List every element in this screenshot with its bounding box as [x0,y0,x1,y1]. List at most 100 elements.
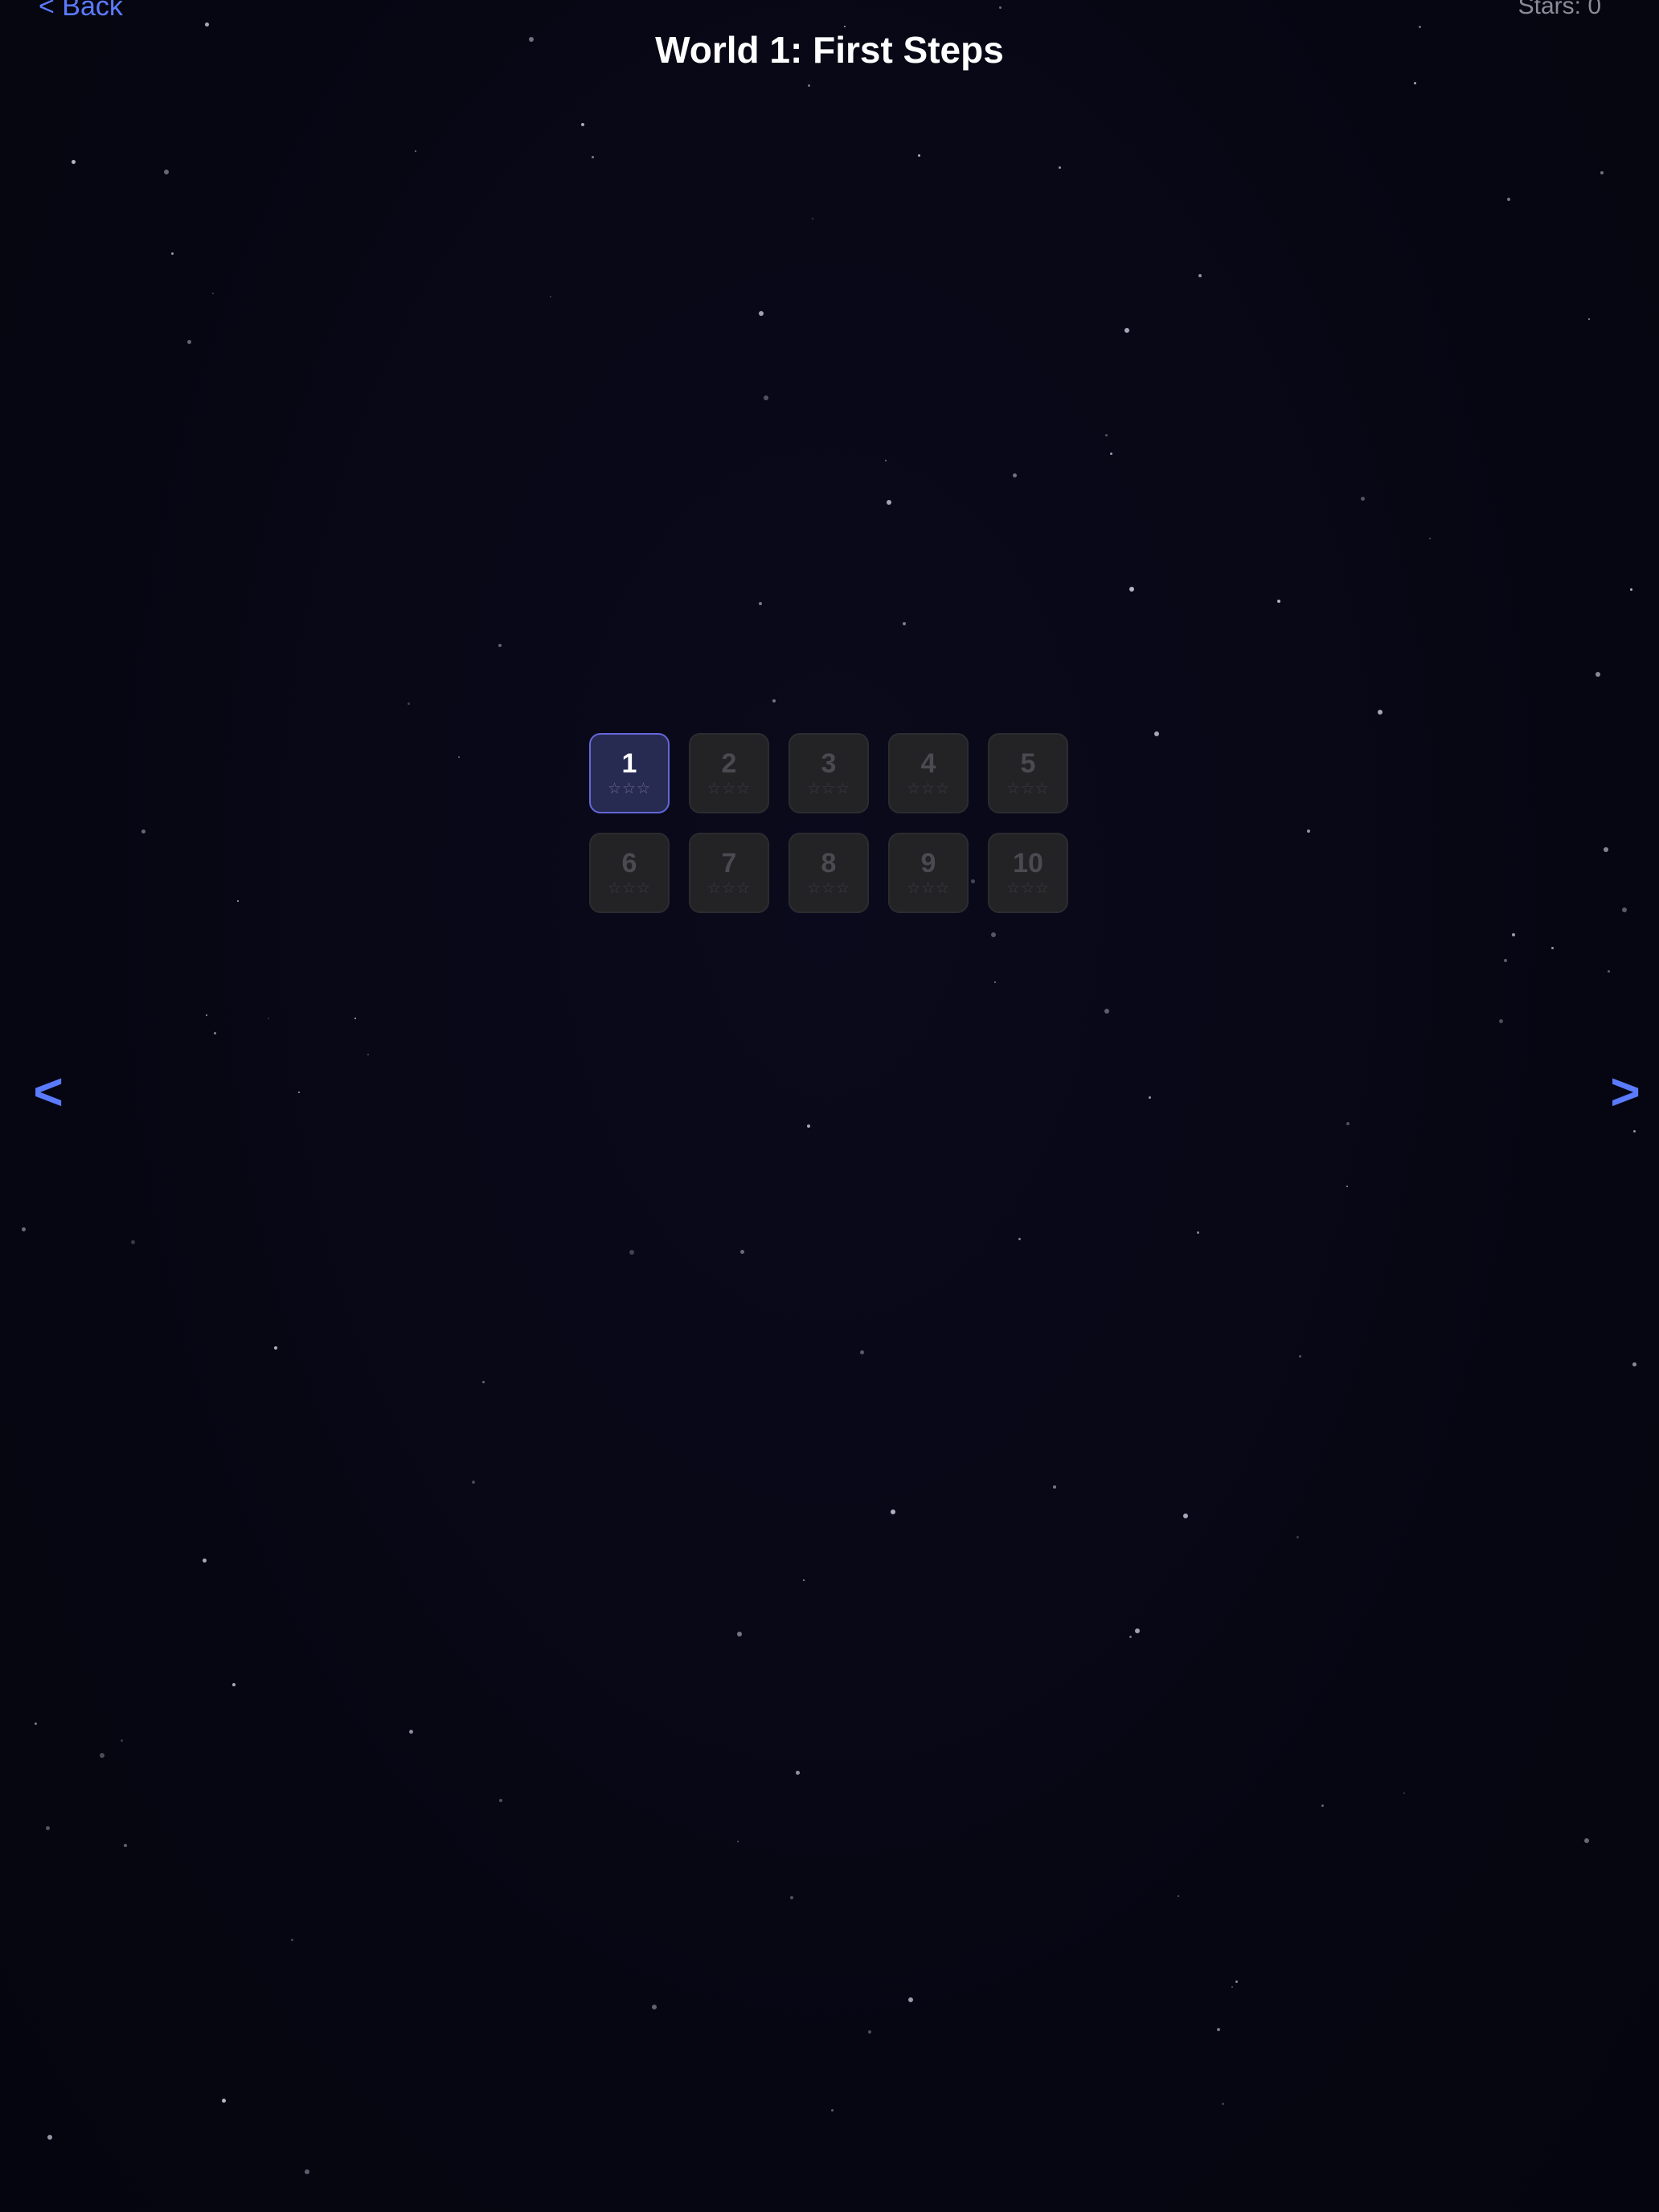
background-star [1584,1838,1589,1843]
background-star [1429,538,1431,539]
background-star [1198,274,1202,277]
background-star [22,1227,26,1231]
background-star [1231,1986,1233,1988]
background-star [1277,600,1280,603]
background-star [222,2099,226,2103]
background-star [268,1018,269,1019]
background-star [409,1730,413,1734]
back-button[interactable]: < Back [39,0,123,24]
level-star-rating: ☆☆☆ [906,780,951,797]
background-star [164,170,169,174]
level-number: 2 [721,748,737,779]
background-star [1507,198,1510,201]
background-star [1129,587,1134,592]
background-star [408,703,410,705]
game-screen: < Back Stars: 0 World 1: First Steps 1 ☆… [0,0,1659,2212]
background-star [46,1826,50,1830]
background-star [415,150,416,152]
level-tile-9[interactable]: 9 ☆☆☆ [888,833,969,913]
level-number: 9 [920,848,936,879]
background-star [1588,318,1590,320]
background-star [1105,434,1108,436]
background-star [1600,171,1604,174]
background-star [1217,2028,1220,2031]
background-star [1403,1792,1405,1794]
background-star [237,900,239,902]
level-tile-3[interactable]: 3 ☆☆☆ [789,733,869,813]
background-star [887,500,891,505]
background-star [367,1054,369,1055]
background-star [1346,1122,1350,1125]
level-tile-7[interactable]: 7 ☆☆☆ [689,833,769,913]
background-star [274,1346,277,1350]
level-star-rating: ☆☆☆ [607,780,652,797]
background-star [868,2030,871,2034]
level-star-rating: ☆☆☆ [1006,880,1051,897]
level-tile-8[interactable]: 8 ☆☆☆ [789,833,869,913]
next-world-button[interactable]: > [1601,1061,1649,1122]
background-star [35,1722,37,1725]
background-star [885,460,887,461]
level-number: 5 [1020,748,1036,779]
background-star [831,2109,834,2112]
background-star [232,1683,236,1686]
level-star-rating: ☆☆☆ [707,780,752,797]
background-star [124,1844,127,1847]
background-star [291,1939,293,1941]
background-star [790,1896,793,1899]
background-star [903,622,906,625]
level-tile-4[interactable]: 4 ☆☆☆ [888,733,969,813]
background-star [803,1579,805,1581]
background-star [860,1350,864,1354]
background-star [1504,959,1507,962]
starfield-background [0,0,1659,2212]
background-star [1596,672,1600,677]
background-star [47,2135,52,2140]
level-tile-5[interactable]: 5 ☆☆☆ [988,733,1068,813]
background-star [1512,933,1515,936]
background-star [1632,1362,1636,1366]
background-star [759,311,764,316]
background-star [1299,1355,1301,1358]
background-star [592,156,594,158]
background-star [737,1841,739,1842]
background-star [1222,2103,1224,2105]
prev-world-button[interactable]: < [24,1061,72,1122]
background-star [482,1381,485,1383]
level-tile-1[interactable]: 1 ☆☆☆ [589,733,670,813]
background-star [737,1632,742,1636]
background-star [1110,453,1112,455]
level-number: 8 [821,848,837,879]
background-star [1129,1636,1132,1638]
background-star [1604,847,1608,852]
background-star [1608,970,1610,973]
level-star-rating: ☆☆☆ [1006,780,1051,797]
level-number: 6 [621,848,637,879]
background-star [206,1014,207,1016]
background-star [1154,731,1159,736]
background-star [808,84,810,87]
background-star [1296,1536,1299,1538]
background-star [72,160,76,164]
background-star [999,6,1002,9]
background-star [1378,710,1382,715]
level-tile-6[interactable]: 6 ☆☆☆ [589,833,670,913]
background-star [581,123,584,126]
background-star [1013,473,1017,477]
background-star [994,981,996,983]
background-star [629,1250,634,1255]
level-tile-2[interactable]: 2 ☆☆☆ [689,733,769,813]
level-star-rating: ☆☆☆ [906,880,951,897]
background-star [1361,497,1365,501]
background-star [1499,1019,1503,1023]
background-star [652,2005,657,2009]
background-star [214,1032,216,1034]
level-tile-10[interactable]: 10 ☆☆☆ [988,833,1068,913]
background-star [203,1559,207,1563]
background-star [1135,1628,1140,1633]
level-number: 10 [1013,848,1043,879]
background-star [472,1481,475,1484]
background-star [187,340,191,344]
background-star [1124,328,1129,333]
background-star [458,756,460,758]
